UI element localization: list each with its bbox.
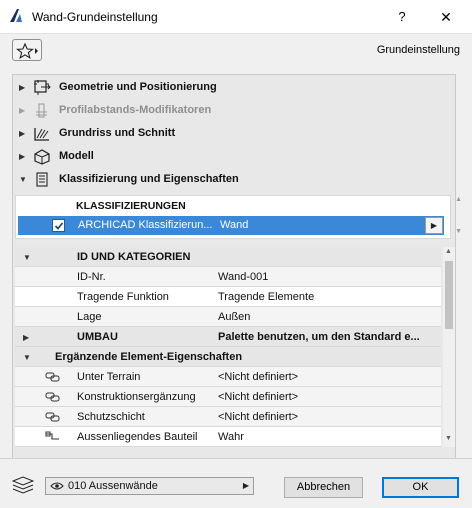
properties-scrollbar[interactable]: ▲ ▼ bbox=[443, 247, 455, 447]
section-floorplan-section[interactable]: ▶ Grundriss und Schnitt bbox=[13, 123, 443, 144]
property-row[interactable]: ID-Nr. Wand-001 bbox=[15, 267, 441, 287]
classification-header: KLASSIFIZIERUNGEN bbox=[76, 200, 186, 212]
property-value[interactable]: Wahr bbox=[218, 431, 244, 443]
scroll-up-icon[interactable]: ▲ bbox=[445, 248, 452, 255]
link-icon bbox=[45, 391, 61, 403]
expand-arrow-icon[interactable]: ▶ bbox=[19, 152, 25, 161]
property-row[interactable]: Lage Außen bbox=[15, 307, 441, 327]
scroll-down-icon[interactable]: ▼ bbox=[455, 228, 462, 235]
property-value[interactable]: Tragende Elemente bbox=[218, 291, 314, 303]
classification-value: Wand bbox=[220, 219, 249, 231]
model-icon bbox=[33, 148, 51, 165]
collapse-arrow-icon[interactable]: ▼ bbox=[23, 353, 31, 362]
property-name: Schutzschicht bbox=[77, 411, 145, 423]
scroll-up-icon[interactable]: ▲ bbox=[455, 196, 462, 203]
property-name: Lage bbox=[77, 311, 102, 323]
link-icon bbox=[45, 411, 61, 423]
section-profile-offset: ▶ Profilabstands-Modifikatoren bbox=[13, 100, 443, 121]
section-label: Profilabstands-Modifikatoren bbox=[59, 104, 212, 116]
scrollbar-thumb[interactable] bbox=[445, 261, 453, 329]
close-button[interactable]: ✕ bbox=[428, 4, 464, 30]
help-button[interactable]: ? bbox=[384, 4, 420, 30]
profile-offset-icon bbox=[33, 102, 51, 119]
collapse-arrow-icon[interactable]: ▼ bbox=[23, 253, 31, 262]
property-name: Aussenliegendes Bauteil bbox=[77, 431, 198, 443]
link-icon bbox=[45, 371, 61, 383]
classification-row[interactable]: ARCHICAD Klassifizierun... Wand ▶ bbox=[18, 216, 444, 235]
property-row[interactable]: Aussenliegendes Bauteil Wahr bbox=[15, 427, 441, 447]
dialog-body: Grundeinstellung ▶ Geometrie und Positio… bbox=[0, 34, 472, 508]
section-geometry[interactable]: ▶ Geometrie und Positionierung bbox=[13, 77, 443, 98]
property-row[interactable]: Unter Terrain <Nicht definiert> bbox=[15, 367, 441, 387]
ok-button[interactable]: OK bbox=[382, 477, 459, 498]
section-classification[interactable]: ▼ Klassifizierung und Eigenschaften bbox=[13, 169, 443, 190]
expand-arrow-icon[interactable]: ▶ bbox=[23, 333, 29, 342]
property-group-id[interactable]: ▼ ID UND KATEGORIEN bbox=[15, 247, 441, 267]
cancel-button[interactable]: Abbrechen bbox=[284, 477, 363, 498]
boolean-icon bbox=[45, 431, 61, 443]
property-row[interactable]: Tragende Funktion Tragende Elemente bbox=[15, 287, 441, 307]
property-name: ID-Nr. bbox=[77, 271, 106, 283]
property-value[interactable]: Wand-001 bbox=[218, 271, 268, 283]
classification-list: KLASSIFIZIERUNGEN ARCHICAD Klassifizieru… bbox=[15, 195, 462, 239]
layer-icon bbox=[11, 476, 35, 494]
section-model[interactable]: ▶ Modell bbox=[13, 146, 443, 167]
classification-system-name: ARCHICAD Klassifizierun... bbox=[78, 219, 213, 231]
properties-list: ▼ ID UND KATEGORIEN ID-Nr. Wand-001 Trag… bbox=[15, 247, 441, 447]
layer-dropdown[interactable]: 010 Aussenwände ▶ bbox=[45, 477, 254, 495]
classification-checkbox[interactable] bbox=[52, 219, 65, 232]
property-value[interactable]: <Nicht definiert> bbox=[218, 411, 298, 423]
group-value: Palette benutzen, um den Standard e... bbox=[218, 331, 420, 343]
collapse-arrow-icon[interactable]: ▼ bbox=[19, 175, 27, 184]
expand-arrow-icon[interactable]: ▶ bbox=[19, 129, 25, 138]
floorplan-section-icon bbox=[33, 125, 51, 142]
property-group-umbau[interactable]: ▶ UMBAU Palette benutzen, um den Standar… bbox=[15, 327, 441, 347]
expand-arrow-icon[interactable]: ▶ bbox=[19, 83, 25, 92]
property-value[interactable]: <Nicht definiert> bbox=[218, 391, 298, 403]
property-name: Unter Terrain bbox=[77, 371, 141, 383]
property-row[interactable]: Konstruktionsergänzung <Nicht definiert> bbox=[15, 387, 441, 407]
favorites-button[interactable] bbox=[12, 39, 42, 61]
property-row[interactable]: Schutzschicht <Nicht definiert> bbox=[15, 407, 441, 427]
section-label: Grundriss und Schnitt bbox=[59, 127, 176, 139]
classification-icon bbox=[33, 171, 51, 188]
property-name: Tragende Funktion bbox=[77, 291, 169, 303]
archicad-logo-icon bbox=[8, 8, 24, 24]
section-label: Geometrie und Positionierung bbox=[59, 81, 217, 93]
expand-arrow-icon: ▶ bbox=[19, 106, 26, 115]
property-value[interactable]: Außen bbox=[218, 311, 250, 323]
layer-name: 010 Aussenwände bbox=[68, 480, 158, 492]
group-label: ID UND KATEGORIEN bbox=[77, 251, 191, 263]
title-bar: Wand-Grundeinstellung ? ✕ bbox=[0, 0, 472, 34]
star-icon bbox=[16, 42, 38, 59]
window-title: Wand-Grundeinstellung bbox=[32, 10, 158, 24]
settings-panel: ▶ Geometrie und Positionierung ▶ Profila… bbox=[12, 74, 462, 488]
group-label: UMBAU bbox=[77, 331, 118, 343]
dialog-footer: 010 Aussenwände ▶ Abbrechen OK bbox=[0, 458, 472, 508]
group-label: Ergänzende Element-Eigenschaften bbox=[55, 351, 243, 363]
property-value[interactable]: <Nicht definiert> bbox=[218, 371, 298, 383]
checkmark-icon bbox=[54, 222, 64, 230]
section-label: Klassifizierung und Eigenschaften bbox=[59, 173, 239, 185]
eye-icon bbox=[50, 481, 64, 491]
preset-name: Grundeinstellung bbox=[376, 44, 460, 56]
chevron-right-icon: ▶ bbox=[242, 481, 249, 490]
property-group-extended[interactable]: ▼ Ergänzende Element-Eigenschaften bbox=[15, 347, 441, 367]
classification-picker-button[interactable]: ▶ bbox=[425, 217, 443, 234]
property-name: Konstruktionsergänzung bbox=[77, 391, 196, 403]
section-label: Modell bbox=[59, 150, 94, 162]
geometry-icon bbox=[33, 79, 51, 96]
scroll-down-icon[interactable]: ▼ bbox=[445, 435, 452, 442]
